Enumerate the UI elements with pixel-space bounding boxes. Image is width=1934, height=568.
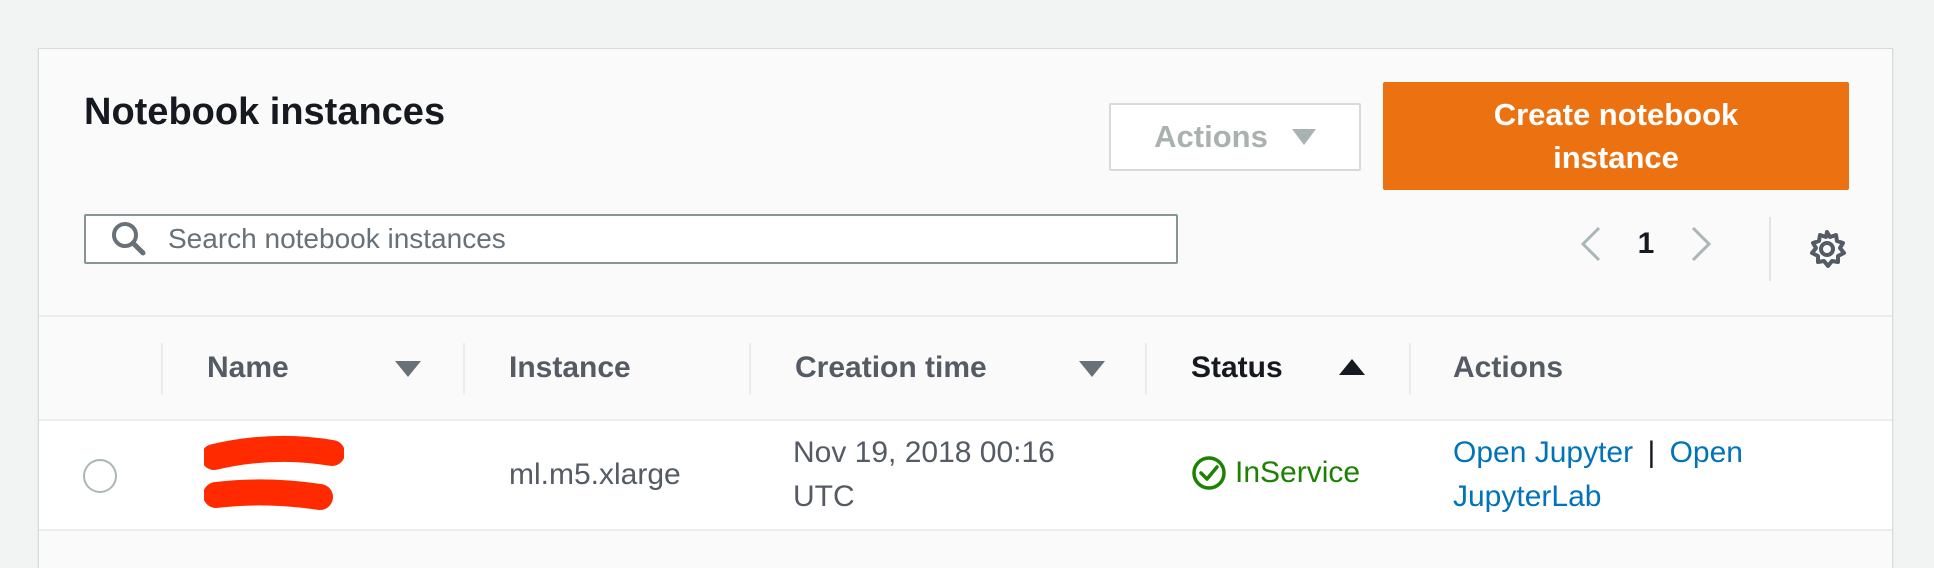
sort-ascending-icon[interactable] <box>1339 359 1365 375</box>
column-separator <box>1409 343 1411 395</box>
instance-type: ml.m5.xlarge <box>509 458 681 491</box>
open-jupyter-link[interactable]: Open Jupyter <box>1453 436 1633 469</box>
column-header-status-label: Status <box>1191 351 1283 384</box>
row-actions: Open Jupyter | Open JupyterLab <box>1453 431 1813 519</box>
status-text: InService <box>1235 456 1361 489</box>
column-separator <box>1145 343 1147 395</box>
current-page-number[interactable]: 1 <box>1613 227 1679 261</box>
column-header-instance-label: Instance <box>509 351 631 384</box>
gear-icon[interactable] <box>1805 227 1849 271</box>
column-separator <box>463 343 465 395</box>
redaction-mark <box>204 435 344 510</box>
create-notebook-instance-button[interactable]: Create notebook instance <box>1383 82 1849 190</box>
column-header-actions-label: Actions <box>1453 351 1564 384</box>
status-cell: InService <box>1191 455 1360 491</box>
column-separator <box>161 343 163 395</box>
create-button-label: Create notebook instance <box>1493 97 1739 175</box>
actions-dropdown-button[interactable]: Actions <box>1109 103 1361 171</box>
sort-descending-icon[interactable] <box>1079 361 1105 377</box>
creation-time: Nov 19, 2018 00:16 UTC <box>793 436 1055 513</box>
sort-descending-icon[interactable] <box>395 361 421 377</box>
column-header-actions: Actions <box>1453 317 1563 419</box>
page-title: Notebook instances <box>84 91 446 133</box>
caret-down-icon <box>1291 129 1316 145</box>
actions-dropdown-label: Actions <box>1154 119 1268 154</box>
column-header-instance[interactable]: Instance <box>509 317 631 419</box>
row-select-radio[interactable] <box>83 459 117 493</box>
search-input[interactable] <box>168 223 1176 255</box>
notebook-instances-panel: Notebook instances Actions Create notebo… <box>38 48 1893 568</box>
column-header-name[interactable]: Name <box>207 317 289 419</box>
column-header-status[interactable]: Status <box>1191 317 1283 419</box>
column-separator <box>749 343 751 395</box>
chevron-left-icon[interactable] <box>1569 222 1613 266</box>
search-icon <box>112 222 146 256</box>
column-header-creation-time-label: Creation time <box>795 351 987 384</box>
chevron-right-icon[interactable] <box>1679 222 1723 266</box>
notebook-instances-table: Name Instance Creation time Status Actio… <box>39 315 1892 531</box>
pager-divider <box>1769 217 1771 281</box>
column-header-name-label: Name <box>207 351 289 384</box>
check-circle-icon <box>1192 456 1226 490</box>
table-row[interactable]: ml.m5.xlarge Nov 19, 2018 00:16 UTC InSe… <box>39 421 1892 531</box>
action-separator: | <box>1647 436 1656 469</box>
search-box[interactable] <box>84 214 1178 264</box>
table-header: Name Instance Creation time Status Actio… <box>39 315 1892 421</box>
column-header-creation-time[interactable]: Creation time <box>795 317 987 419</box>
pagination: 1 <box>1569 219 1723 269</box>
